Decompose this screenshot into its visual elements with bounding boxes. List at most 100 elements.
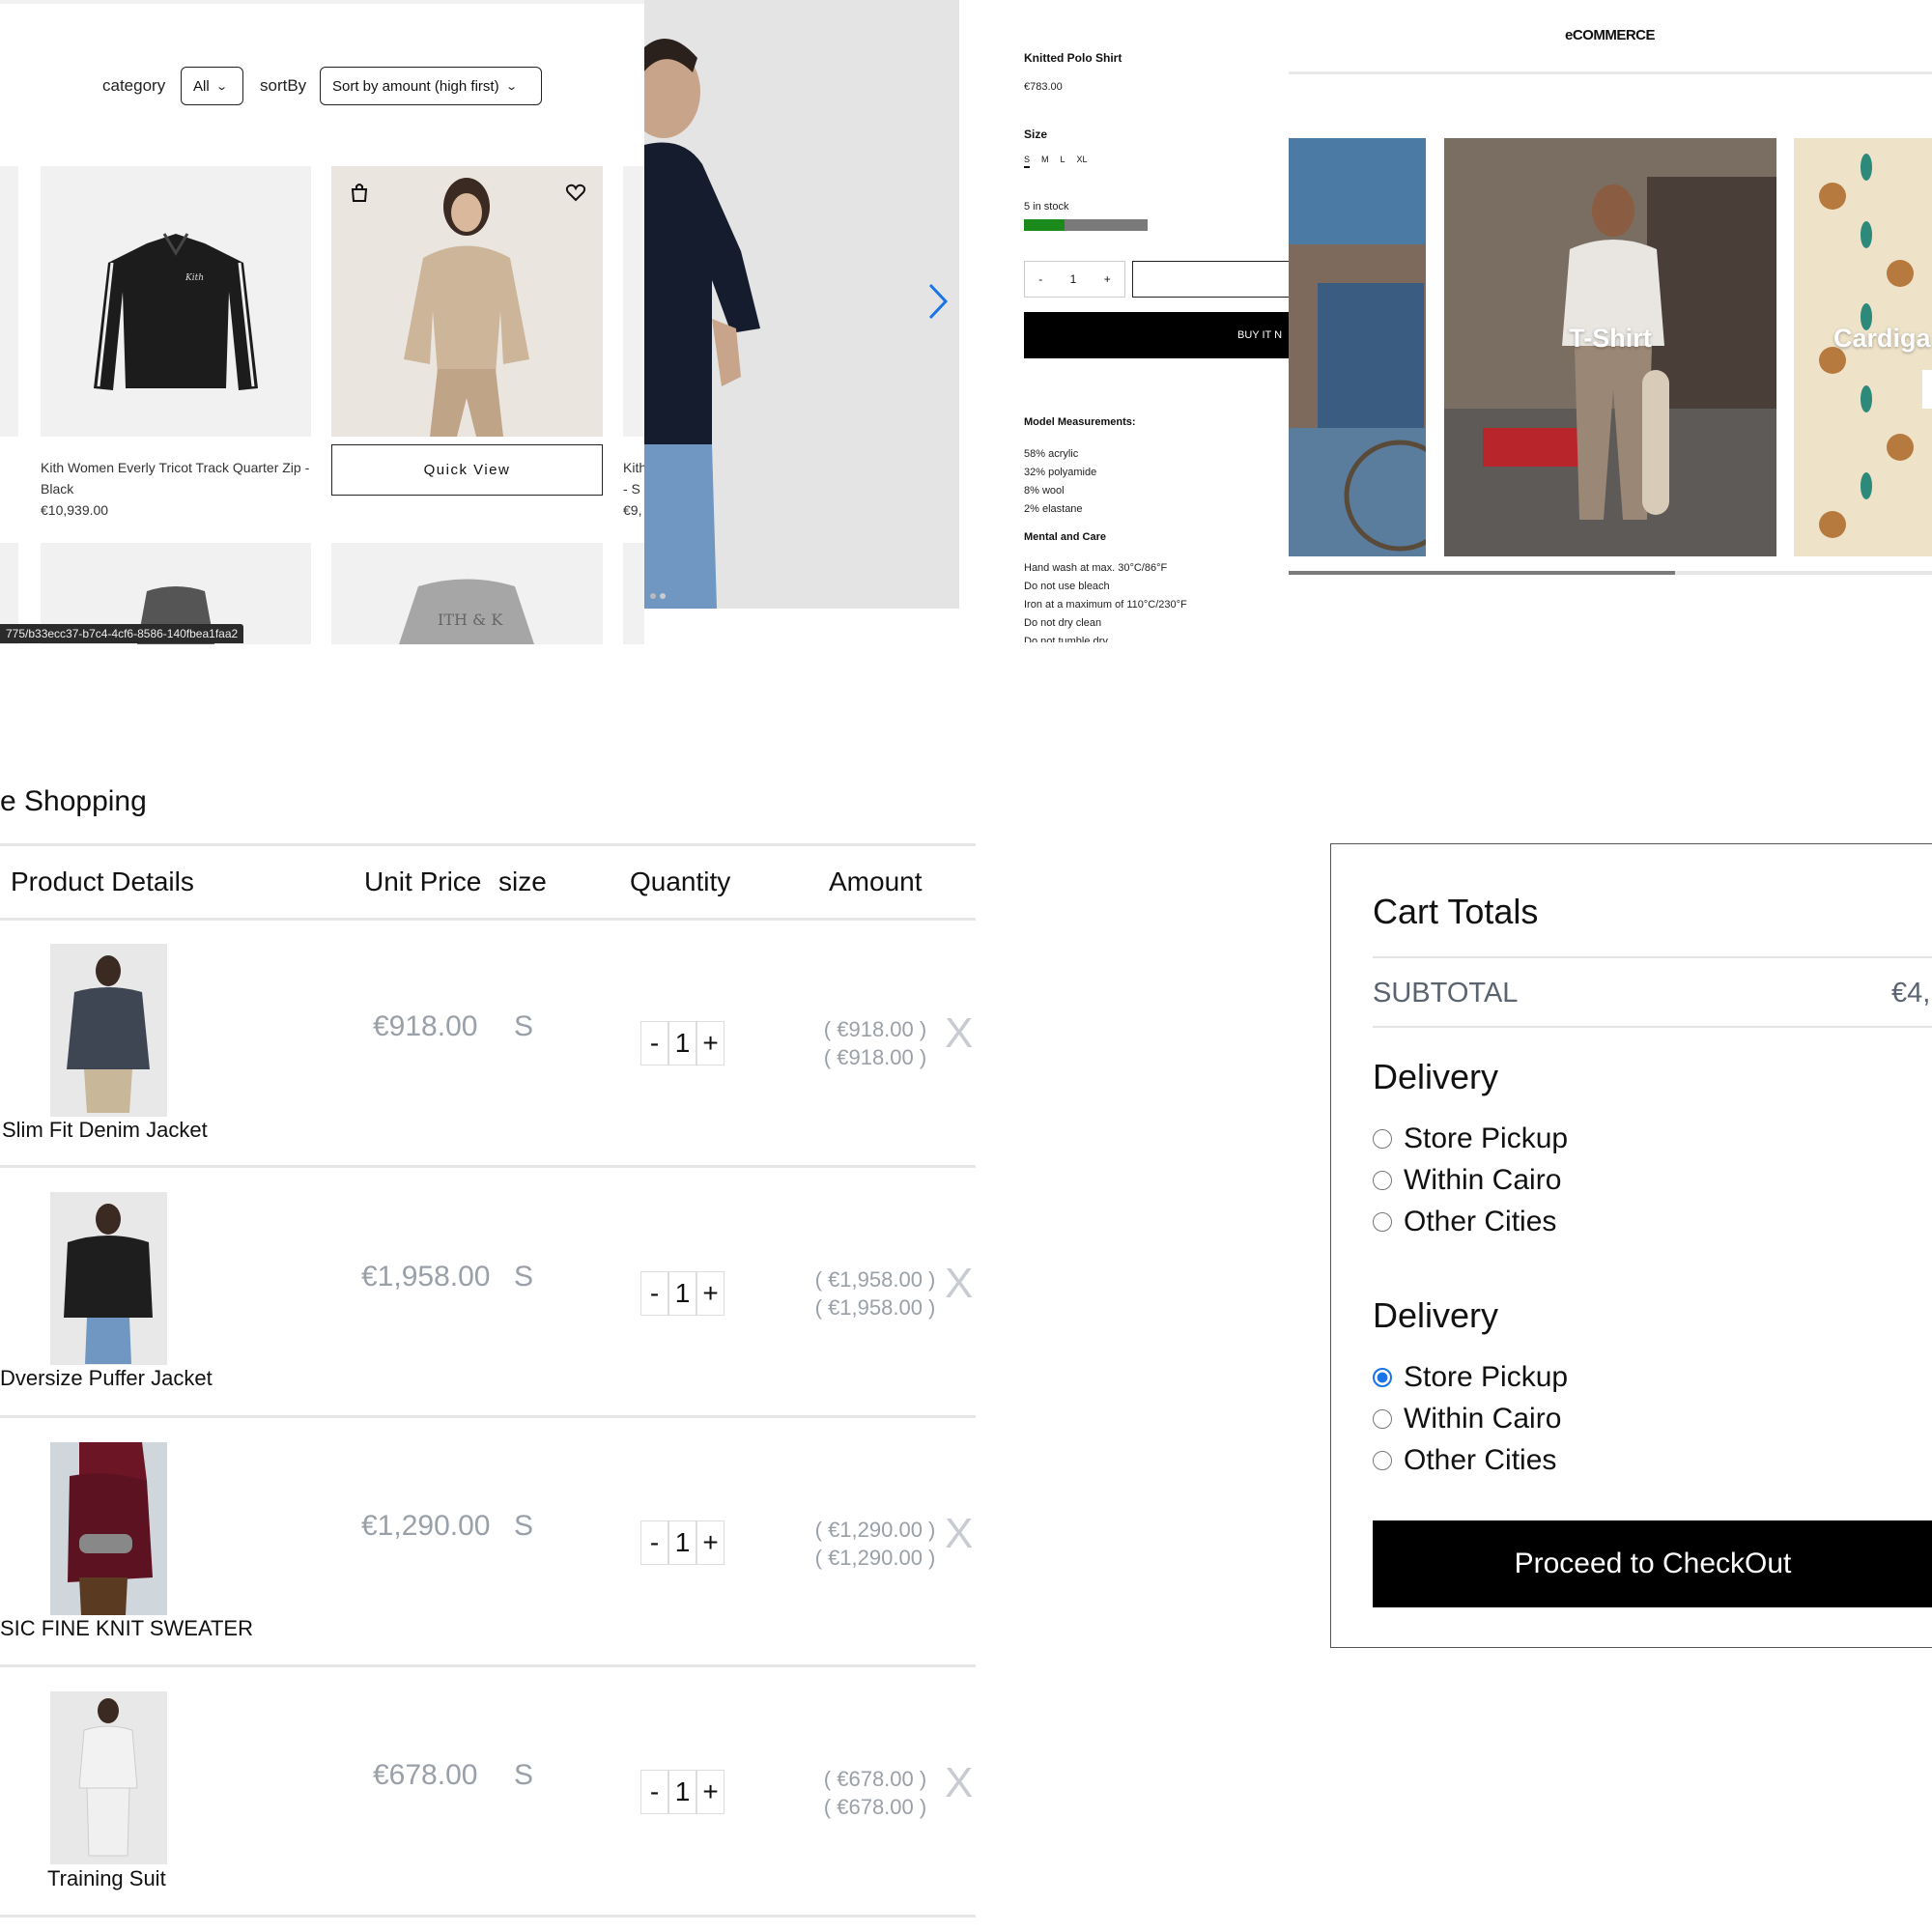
divider	[0, 0, 644, 4]
amount-value: ( €918.00 ) ( €918.00 )	[808, 1015, 943, 1071]
amount-line: ( €678.00 )	[823, 1795, 927, 1819]
remove-item-button[interactable]: X	[945, 1009, 973, 1058]
product-name[interactable]: Slim Fit Denim Jacket	[2, 1118, 208, 1143]
remove-item-button[interactable]: X	[945, 1260, 973, 1308]
delivery-option-label: Store Pickup	[1404, 1361, 1569, 1393]
amount-value: ( €1,290.00 ) ( €1,290.00 )	[808, 1516, 943, 1572]
quantity-minus-button[interactable]: -	[640, 1520, 668, 1565]
size-value: S	[514, 1010, 534, 1042]
product-name[interactable]: Training Suit	[47, 1866, 166, 1891]
amount-value: ( €1,958.00 ) ( €1,958.00 )	[808, 1265, 943, 1321]
delivery-option[interactable]: Other Cities	[1373, 1206, 1568, 1238]
category-card[interactable]	[1289, 138, 1426, 556]
quantity-plus-button[interactable]: +	[696, 1271, 724, 1316]
product-thumbnail[interactable]	[50, 1442, 167, 1615]
bag-icon[interactable]	[349, 182, 370, 208]
care-list: Hand wash at max. 30°C/86°F Do not use b…	[1024, 559, 1187, 642]
quantity-minus-button[interactable]: -	[640, 1271, 668, 1316]
product-title[interactable]: Kith Women Everly Tricot Track Quarter Z…	[41, 457, 311, 499]
product-card-image[interactable]	[623, 166, 644, 437]
add-to-cart-button[interactable]	[1132, 261, 1290, 298]
stock-bar-fill	[1024, 219, 1065, 231]
delivery-option-label: Store Pickup	[1404, 1122, 1569, 1154]
delivery-option-label: Within Cairo	[1404, 1164, 1562, 1196]
svg-text:Kith: Kith	[185, 273, 204, 283]
quantity-plus-button[interactable]: +	[696, 1520, 724, 1565]
quantity-plus-button[interactable]: +	[696, 1021, 724, 1065]
quantity-minus-button[interactable]: -	[1038, 272, 1042, 286]
size-value: S	[514, 1261, 534, 1293]
quantity-value[interactable]: 1	[668, 1271, 696, 1316]
product-title[interactable]: - S	[623, 478, 640, 499]
product-card-image[interactable]: ITH & K	[331, 543, 603, 644]
category-card-cardigan[interactable]: Cardiga	[1794, 138, 1932, 556]
delivery-option[interactable]: Within Cairo	[1373, 1403, 1568, 1435]
delivery-option[interactable]: Store Pickup	[1373, 1122, 1568, 1155]
amount-line: ( €918.00 )	[823, 1017, 927, 1041]
carousel-next-button[interactable]	[1922, 370, 1932, 409]
product-title[interactable]: Kith	[623, 457, 644, 478]
radio-button[interactable]	[1373, 1171, 1392, 1190]
bike-image	[1289, 138, 1426, 556]
amount-line: ( €678.00 )	[823, 1767, 927, 1791]
quick-view-button[interactable]: Quick View	[331, 444, 603, 496]
remove-item-button[interactable]: X	[945, 1759, 973, 1807]
divider	[0, 1664, 976, 1667]
product-card-image[interactable]	[0, 166, 18, 437]
material-item: 8% wool	[1024, 485, 1065, 497]
radio-button[interactable]	[1373, 1129, 1392, 1149]
chevron-right-icon[interactable]	[926, 282, 950, 326]
quantity-plus-button[interactable]: +	[696, 1770, 724, 1814]
category-select[interactable]: All ⌄	[181, 67, 243, 105]
subtotal-value: €4,	[1891, 978, 1931, 1009]
radio-button[interactable]	[1373, 1409, 1392, 1429]
checkout-label: Proceed to CheckOut	[1514, 1548, 1792, 1579]
quantity-value[interactable]: 1	[668, 1770, 696, 1814]
quantity-stepper: - 1 +	[640, 1770, 724, 1814]
delivery-options: Store Pickup Within Cairo Other Cities	[1373, 1122, 1568, 1238]
checkout-button[interactable]: Proceed to CheckOut	[1373, 1520, 1932, 1607]
size-option[interactable]: L	[1061, 155, 1065, 168]
product-thumbnail[interactable]	[50, 1691, 167, 1864]
quantity-value[interactable]: 1	[1070, 272, 1077, 286]
size-option[interactable]: XL	[1077, 155, 1088, 168]
product-card-image[interactable]: Kith	[41, 166, 311, 437]
unit-price: €1,958.00	[361, 1261, 491, 1293]
carousel-scrollbar-thumb[interactable]	[1289, 571, 1675, 575]
radio-button[interactable]	[1373, 1212, 1392, 1232]
amount-line: ( €1,958.00 )	[814, 1267, 936, 1292]
size-value: S	[514, 1759, 534, 1791]
unit-price: €918.00	[373, 1010, 478, 1042]
product-name[interactable]: Dversize Puffer Jacket	[0, 1366, 213, 1391]
quantity-minus-button[interactable]: -	[640, 1770, 668, 1814]
url-tooltip: 775/b33ecc37-b7c4-4cf6-8586-140fbea1faa2	[0, 624, 244, 643]
sortby-select[interactable]: Sort by amount (high first) ⌄	[320, 67, 542, 105]
delivery-option[interactable]: Other Cities	[1373, 1444, 1568, 1477]
product-hero-image[interactable]	[644, 0, 959, 609]
category-card-tshirt[interactable]: T-Shirt	[1444, 138, 1776, 556]
remove-item-button[interactable]: X	[945, 1510, 973, 1558]
subtotal-label: SUBTOTAL	[1373, 978, 1519, 1009]
heart-icon[interactable]	[565, 182, 586, 208]
size-option[interactable]: S	[1024, 155, 1031, 168]
quantity-plus-button[interactable]: +	[1104, 272, 1111, 286]
care-item: Do not dry clean	[1024, 617, 1102, 629]
shopping-cart-panel: e Shopping Product Details Unit Price si…	[0, 763, 976, 1932]
delivery-option[interactable]: Store Pickup	[1373, 1361, 1568, 1394]
product-thumbnail[interactable]	[50, 944, 167, 1117]
product-card-image[interactable]	[331, 166, 603, 437]
brand-logo[interactable]: eCOMMERCE	[1565, 27, 1656, 43]
product-name[interactable]: SIC FINE KNIT SWEATER	[0, 1616, 253, 1641]
radio-button-selected[interactable]	[1373, 1368, 1392, 1387]
size-option[interactable]: M	[1041, 155, 1049, 168]
delivery-option[interactable]: Within Cairo	[1373, 1164, 1568, 1197]
radio-button[interactable]	[1373, 1451, 1392, 1470]
quantity-value[interactable]: 1	[668, 1021, 696, 1065]
buy-now-button[interactable]: BUY IT N	[1024, 312, 1290, 358]
unit-price: €678.00	[373, 1759, 478, 1791]
carousel-scrollbar[interactable]	[1289, 571, 1932, 575]
quantity-minus-button[interactable]: -	[640, 1021, 668, 1065]
product-card-image[interactable]	[623, 543, 644, 644]
quantity-value[interactable]: 1	[668, 1520, 696, 1565]
product-thumbnail[interactable]	[50, 1192, 167, 1365]
